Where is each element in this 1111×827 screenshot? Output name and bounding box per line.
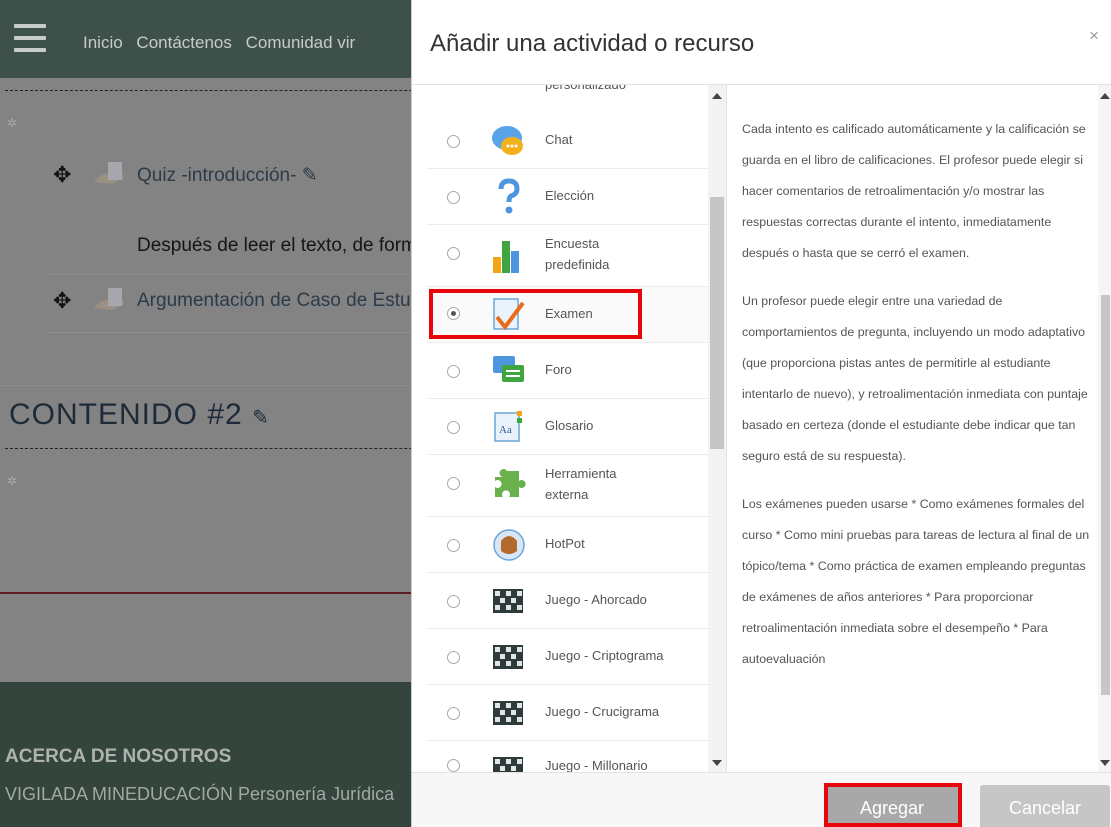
close-icon[interactable]: ×: [1089, 26, 1099, 46]
partial-option-label: personalizado: [545, 85, 626, 92]
quiz-hand-icon: [94, 162, 124, 184]
section-title-text: CONTENIDO #2: [9, 398, 243, 431]
panel-divider: [726, 85, 727, 772]
radio-button[interactable]: [447, 191, 460, 204]
course-item-quiz-label: Quiz -introducción-: [137, 165, 297, 186]
scroll-down-arrow-icon[interactable]: [712, 760, 722, 766]
option-label: HotPot: [545, 536, 585, 551]
scrollbar-thumb[interactable]: [710, 197, 724, 449]
quiz-icon: [493, 298, 525, 331]
option-label: Glosario: [545, 418, 594, 433]
course-item-argumentacion[interactable]: Argumentación de Caso de Estu: [137, 290, 411, 312]
scroll-up-arrow-icon[interactable]: [712, 93, 722, 99]
puzzle-icon: [495, 469, 526, 497]
bar-chart-icon: [493, 241, 519, 273]
nav-link-comunidad[interactable]: Comunidad vir: [246, 33, 356, 52]
description-paragraph: Los exámenes pueden usarse * Como exámen…: [742, 497, 1090, 666]
modal-footer: Agregar Cancelar: [412, 772, 1111, 827]
activity-list: personalizado Chat Elección Encuesta pre…: [427, 85, 708, 772]
option-label: Chat: [545, 132, 573, 147]
activity-description: Cada intento es calificado automáticamen…: [742, 114, 1098, 772]
description-paragraph: Un profesor puede elegir entre una varie…: [742, 294, 1088, 463]
nav-links: Inicio Contáctenos Comunidad vir: [83, 33, 364, 53]
option-juego-criptograma[interactable]: Juego - Criptograma: [427, 629, 708, 685]
radio-button[interactable]: [447, 307, 460, 320]
option-label: Juego - Crucigrama: [545, 704, 660, 719]
course-item-quiz[interactable]: Quiz -introducción- ✎: [137, 164, 318, 187]
question-icon: [498, 178, 520, 214]
course-item-description: Después de leer el texto, de form: [137, 235, 417, 256]
svg-text:Aa: Aa: [499, 424, 512, 436]
forum-icon: [493, 356, 524, 382]
glossary-icon: Aa: [494, 411, 522, 442]
game-grid-icon: [493, 589, 523, 613]
list-scrollbar[interactable]: [708, 85, 726, 772]
move-icon[interactable]: ✥: [53, 162, 71, 188]
option-label: Encuesta predefinida: [545, 236, 610, 272]
radio-button[interactable]: [447, 477, 460, 490]
red-divider: [0, 592, 420, 594]
hamburger-menu-icon[interactable]: [14, 24, 46, 52]
gear-icon[interactable]: ✲: [7, 116, 18, 130]
edit-pencil-icon[interactable]: ✎: [302, 165, 318, 186]
scroll-down-arrow-icon[interactable]: [1100, 760, 1110, 766]
assignment-hand-icon: [94, 288, 124, 310]
section-title: CONTENIDO #2 ✎: [9, 398, 270, 432]
option-juego-crucigrama[interactable]: Juego - Crucigrama: [427, 685, 708, 741]
hotpot-icon: [493, 529, 525, 561]
description-paragraph: Cada intento es calificado automáticamen…: [742, 122, 1086, 260]
option-label: Elección: [545, 188, 595, 203]
option-label: Examen: [545, 306, 593, 321]
option-juego-millonario[interactable]: Juego - Millonario: [427, 741, 708, 772]
radio-button[interactable]: [447, 707, 460, 720]
modal-title: Añadir una actividad o recurso: [430, 30, 755, 57]
move-icon[interactable]: ✥: [53, 288, 71, 314]
nav-link-contactenos[interactable]: Contáctenos: [136, 33, 231, 52]
footer-heading: ACERCA DE NOSOTROS: [5, 746, 232, 767]
game-grid-icon: [493, 645, 523, 669]
game-grid-icon: [493, 701, 523, 725]
option-glosario[interactable]: Aa Glosario: [427, 399, 708, 455]
edit-pencil-icon[interactable]: ✎: [252, 407, 270, 429]
cancel-button[interactable]: Cancelar: [980, 785, 1110, 827]
radio-button[interactable]: [447, 365, 460, 378]
option-label: Foro: [545, 362, 572, 377]
radio-button[interactable]: [447, 595, 460, 608]
scroll-up-arrow-icon[interactable]: [1100, 93, 1110, 99]
description-scrollbar[interactable]: [1098, 85, 1111, 772]
option-hotpot[interactable]: HotPot: [427, 517, 708, 573]
scrollbar-thumb[interactable]: [1101, 295, 1110, 695]
game-grid-icon: [493, 757, 523, 772]
option-label: Juego - Criptograma: [545, 648, 664, 663]
radio-button[interactable]: [447, 539, 460, 552]
radio-button[interactable]: [447, 247, 460, 260]
option-eleccion[interactable]: Elección: [427, 169, 708, 225]
gear-icon[interactable]: ✲: [7, 474, 18, 488]
option-label: Herramienta externa: [545, 466, 617, 502]
option-herramienta-externa[interactable]: Herramienta externa: [427, 455, 708, 517]
option-chat[interactable]: Chat: [427, 113, 708, 169]
radio-button[interactable]: [447, 651, 460, 664]
add-button[interactable]: Agregar: [826, 785, 958, 827]
footer-text: VIGILADA MINEDUCACIÓN Personería Jurídic…: [5, 784, 395, 804]
option-label: Juego - Millonario: [545, 758, 648, 772]
option-juego-ahorcado[interactable]: Juego - Ahorcado: [427, 573, 708, 629]
add-activity-modal: Añadir una actividad o recurso × persona…: [411, 0, 1111, 827]
option-encuesta-predefinida[interactable]: Encuesta predefinida: [427, 225, 708, 287]
nav-link-inicio[interactable]: Inicio: [83, 33, 123, 52]
option-label: Juego - Ahorcado: [545, 592, 647, 607]
radio-button[interactable]: [447, 759, 460, 772]
radio-button[interactable]: [447, 135, 460, 148]
radio-button[interactable]: [447, 421, 460, 434]
option-examen[interactable]: Examen: [427, 287, 708, 343]
option-foro[interactable]: Foro: [427, 343, 708, 399]
chat-icon: [492, 126, 523, 155]
